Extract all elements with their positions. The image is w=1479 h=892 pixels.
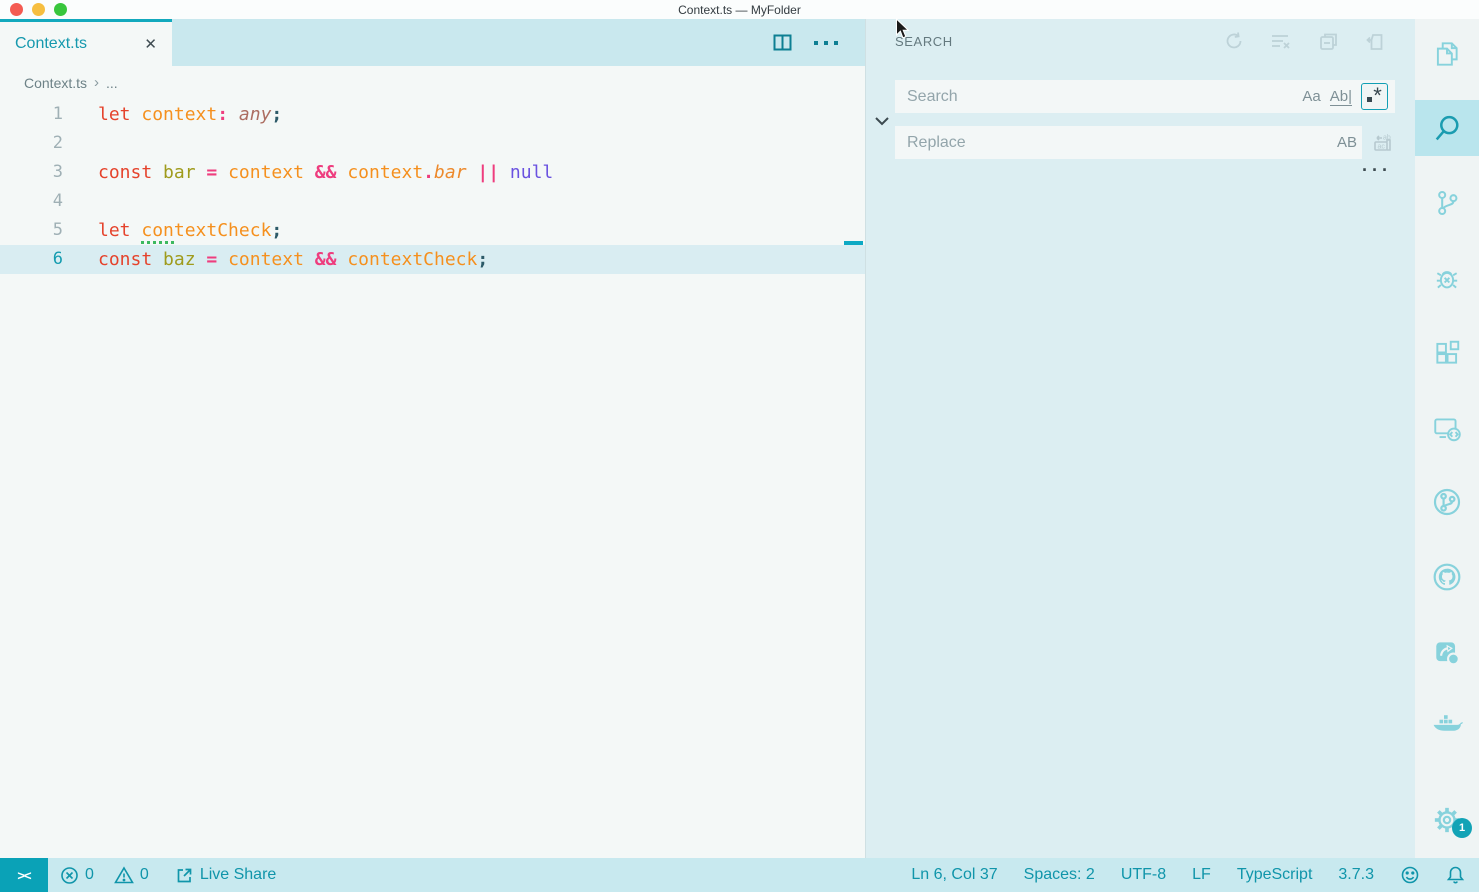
activity-gitlens[interactable] (1415, 470, 1479, 534)
activity-github[interactable] (1415, 545, 1479, 609)
line-number: 6 (0, 245, 63, 274)
language-mode-status[interactable]: TypeScript (1237, 866, 1313, 884)
refresh-icon[interactable] (1224, 31, 1244, 52)
overview-ruler-cursor-marker (844, 241, 863, 245)
line-number: 5 (0, 216, 63, 245)
search-input[interactable] (895, 80, 1302, 113)
settings-badge: 1 (1452, 818, 1472, 838)
version-status[interactable]: 3.7.3 (1338, 866, 1374, 884)
collapse-all-icon[interactable] (1318, 31, 1339, 52)
error-count: 0 (85, 866, 94, 884)
search-panel-header: SEARCH (866, 19, 1415, 64)
svg-text:ac: ac (1378, 143, 1386, 150)
breadcrumb-file[interactable]: Context.ts (24, 75, 87, 91)
activity-settings[interactable]: 1 (1415, 788, 1479, 852)
live-share-icon (1432, 637, 1462, 667)
editor-group: Context.ts ✕ Context.ts › ... 1 let conte… (0, 19, 866, 858)
search-input-wrap: Aa Ab| * (895, 80, 1395, 113)
breadcrumb[interactable]: Context.ts › ... (0, 66, 865, 99)
whole-word-icon[interactable]: Ab| (1330, 88, 1352, 106)
live-share-label: Live Share (200, 866, 277, 884)
traffic-lights (10, 3, 67, 16)
remote-window-icon (1431, 413, 1463, 443)
cursor-position-status[interactable]: Ln 6, Col 37 (911, 866, 997, 884)
github-icon (1431, 561, 1463, 593)
minimize-window-button[interactable] (32, 3, 45, 16)
code-editor[interactable]: 1 let context: any; 23 const bar = context … (0, 99, 865, 858)
share-icon (175, 866, 194, 885)
code-line-5[interactable]: 5 let contextCheck; (0, 216, 865, 245)
notifications-bell-icon[interactable] (1446, 865, 1465, 885)
remote-icon: >< (17, 868, 30, 883)
git-branch-icon (1432, 188, 1462, 218)
bug-icon (1432, 263, 1462, 293)
toggle-replace-chevron-icon[interactable] (871, 110, 893, 132)
status-bar: >< 0 0 Live Share Ln 6, Col 37 Spaces: 2… (0, 858, 1479, 892)
search-icon (1431, 112, 1463, 144)
line-number: 2 (0, 129, 63, 158)
code-line-6[interactable]: 6 const baz = context && contextCheck; (0, 245, 865, 274)
titlebar: Context.ts — MyFolder (0, 0, 1479, 19)
activity-source-control[interactable] (1415, 171, 1479, 235)
regex-star: * (1373, 83, 1382, 109)
more-actions-icon[interactable] (813, 39, 839, 47)
remote-indicator[interactable]: >< (0, 858, 48, 892)
line-text: let context: any; (98, 100, 282, 129)
line-text: let contextCheck; (98, 216, 282, 245)
window-title: Context.ts — MyFolder (0, 3, 1479, 17)
code-line-4[interactable]: 4 (0, 187, 865, 216)
problems-status[interactable]: 0 0 (60, 866, 149, 885)
docker-icon (1430, 712, 1464, 742)
activity-explorer[interactable] (1415, 22, 1479, 86)
indentation-status[interactable]: Spaces: 2 (1024, 866, 1095, 884)
close-tab-icon[interactable]: ✕ (144, 37, 157, 52)
replace-all-icon[interactable]: abac (1369, 130, 1395, 156)
tab-context-ts[interactable]: Context.ts ✕ (0, 19, 172, 66)
warning-triangle-icon (114, 866, 134, 884)
preserve-case-icon[interactable]: AB (1337, 134, 1357, 151)
live-share-status[interactable]: Live Share (175, 866, 277, 885)
zoom-window-button[interactable] (54, 3, 67, 16)
search-panel: SEARCH (866, 19, 1415, 858)
activity-extensions[interactable] (1415, 321, 1479, 385)
clear-search-results-icon[interactable] (1270, 31, 1292, 52)
extensions-icon (1432, 338, 1462, 368)
tab-label: Context.ts (15, 35, 136, 53)
tab-strip: Context.ts ✕ (0, 19, 865, 66)
activity-debug[interactable] (1415, 246, 1479, 310)
code-line-3[interactable]: 3 const bar = context && context.bar || n… (0, 158, 865, 187)
error-circle-icon (60, 866, 79, 885)
replace-input[interactable] (895, 126, 1337, 159)
open-in-editor-icon[interactable] (1365, 31, 1386, 52)
line-text: const bar = context && context.bar || nu… (98, 158, 553, 187)
code-lines: 1 let context: any; 23 const bar = context … (0, 100, 865, 274)
activity-bar: 1 (1415, 19, 1479, 858)
activity-docker[interactable] (1415, 695, 1479, 759)
encoding-status[interactable]: UTF-8 (1121, 866, 1166, 884)
regex-icon[interactable]: * (1361, 83, 1388, 110)
line-text: const baz = context && contextCheck; (98, 245, 488, 274)
chevron-right-icon: › (94, 74, 99, 91)
files-icon (1432, 39, 1462, 69)
warning-count: 0 (140, 866, 149, 884)
mouse-cursor (895, 18, 910, 40)
line-number: 3 (0, 158, 63, 187)
close-window-button[interactable] (10, 3, 23, 16)
regex-dot (1367, 97, 1372, 102)
gitlens-icon (1431, 486, 1463, 518)
eol-status[interactable]: LF (1192, 866, 1211, 884)
toggle-search-details-icon[interactable]: ··· (1362, 163, 1392, 177)
split-editor-icon[interactable] (772, 32, 793, 53)
match-case-icon[interactable]: Aa (1302, 88, 1320, 105)
activity-remote-explorer[interactable] (1415, 396, 1479, 460)
code-line-1[interactable]: 1 let context: any; (0, 100, 865, 129)
activity-search[interactable] (1415, 100, 1479, 156)
activity-live-share[interactable] (1415, 620, 1479, 684)
replace-input-wrap: AB (895, 126, 1362, 159)
line-number: 4 (0, 187, 63, 216)
line-number: 1 (0, 100, 63, 129)
feedback-smiley-icon[interactable] (1400, 865, 1420, 885)
breadcrumb-more[interactable]: ... (106, 75, 118, 91)
code-line-2[interactable]: 2 (0, 129, 865, 158)
